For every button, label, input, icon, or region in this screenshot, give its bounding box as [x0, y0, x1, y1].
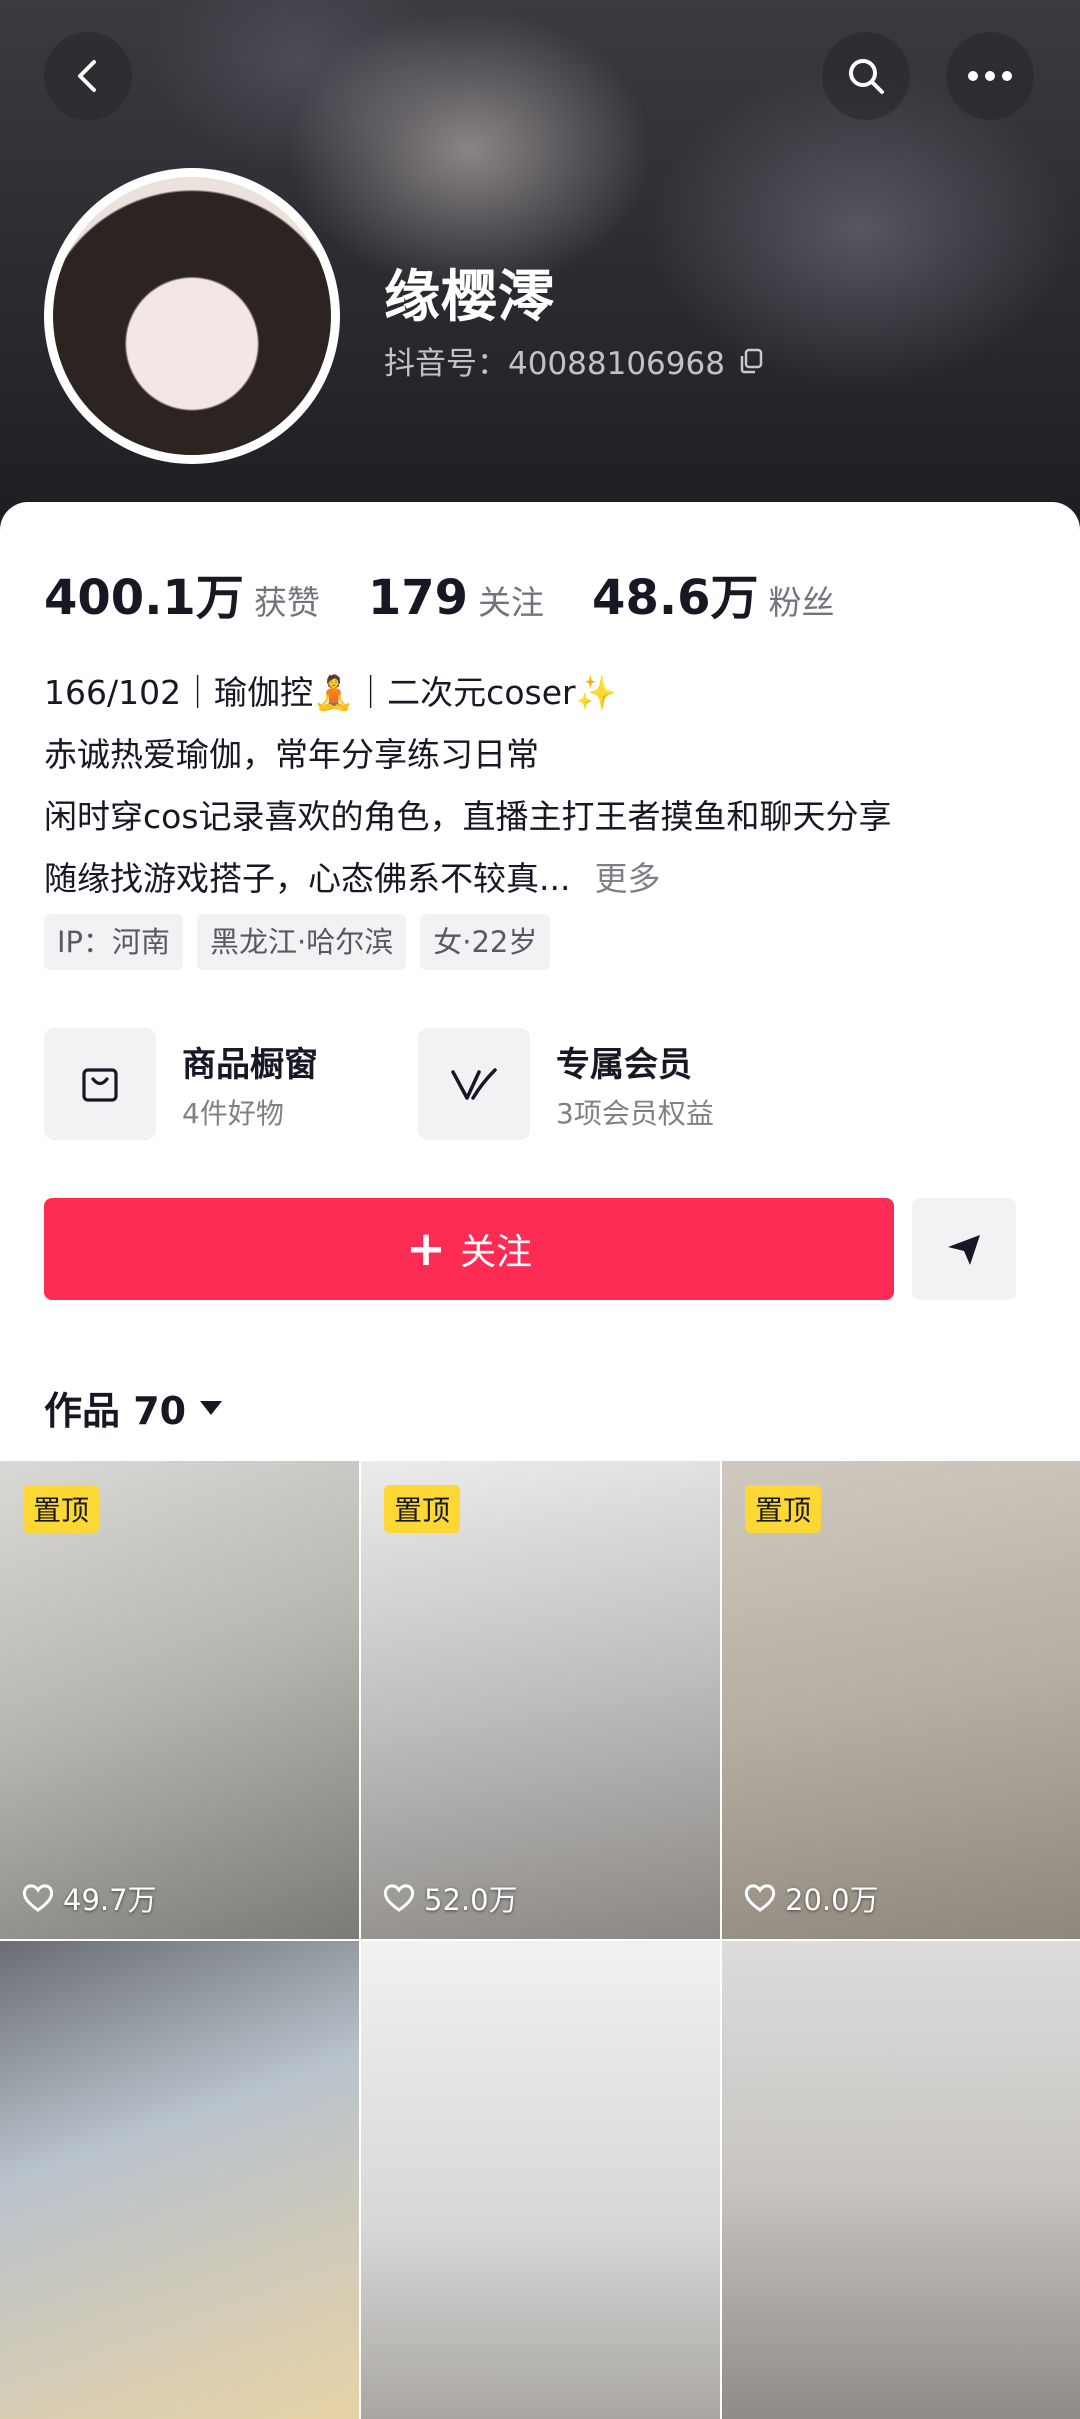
pinned-badge: 置顶	[745, 1485, 822, 1533]
caret-down-icon	[200, 1400, 223, 1415]
bio: 166/102｜瑜伽控🧘｜二次元coser✨ 赤诚热爱瑜伽，常年分享练习日常 闲…	[44, 662, 1044, 910]
like-count: 20.0万	[785, 1883, 879, 1917]
shop-subtitle: 4件好物	[182, 1096, 284, 1130]
following-label[interactable]: 关注	[478, 576, 544, 624]
video-thumbnail[interactable]: 置顶 52.0万	[361, 1461, 720, 1939]
avatar-image	[53, 177, 331, 455]
bio-line: 166/102｜瑜伽控🧘｜二次元coser✨	[44, 673, 617, 712]
back-button[interactable]	[44, 32, 132, 120]
more-icon	[968, 71, 1012, 81]
likes-label[interactable]: 获赞	[254, 576, 320, 624]
video-thumbnail[interactable]: 置顶 49.7万	[0, 1461, 359, 1939]
bio-line: 闲时穿cos记录喜欢的角色，直播主打王者摸鱼和聊天分享	[44, 797, 892, 836]
more-button[interactable]	[946, 32, 1034, 120]
shop-window-entry[interactable]: 商品橱窗 4件好物	[44, 1028, 318, 1140]
follow-button[interactable]: + 关注	[44, 1198, 894, 1300]
video-thumbnail[interactable]: 置顶 20.0万	[722, 1461, 1080, 1939]
vip-membership-entry[interactable]: 专属会员 3项会员权益	[418, 1028, 714, 1140]
douyin-id: 抖音号：40088106968	[384, 346, 725, 382]
tag-gender-age: 女·22岁	[420, 914, 551, 970]
shop-title: 商品橱窗	[182, 1044, 318, 1085]
followers-count[interactable]: 48.6万	[592, 558, 758, 628]
like-count-row: 49.7万	[21, 1877, 157, 1919]
nickname: 缘樱澪	[384, 265, 555, 330]
bio-more-link[interactable]: 更多	[594, 859, 660, 898]
vip-v-icon	[451, 1068, 497, 1100]
douyin-id-row[interactable]: 抖音号：40088106968	[384, 338, 765, 383]
tags-row: IP：河南 黑龙江·哈尔滨 女·22岁	[44, 914, 551, 970]
avatar[interactable]	[44, 168, 340, 464]
tag-location: 黑龙江·哈尔滨	[197, 914, 407, 970]
pinned-badge: 置顶	[23, 1485, 100, 1533]
bio-line: 随缘找游戏搭子，心态佛系不较真...	[44, 859, 571, 898]
heart-icon	[744, 1884, 776, 1912]
heart-icon	[22, 1884, 54, 1912]
like-count: 49.7万	[63, 1883, 157, 1917]
send-icon	[948, 1235, 980, 1265]
video-thumbnail[interactable]	[361, 1941, 720, 2419]
follow-label: 关注	[460, 1232, 533, 1273]
search-button[interactable]	[822, 32, 910, 120]
video-thumbnail[interactable]	[722, 1941, 1080, 2419]
works-tab[interactable]: 作品 70	[44, 1380, 223, 1435]
plus-icon: +	[405, 1221, 447, 1277]
profile-banner: 缘樱澪 抖音号：40088106968	[0, 0, 1080, 530]
heart-icon	[383, 1884, 415, 1912]
works-grid: 置顶 49.7万 置顶 52.0万 置顶 20.0万	[0, 1461, 1080, 2419]
tag-ip: IP：河南	[44, 914, 184, 970]
copy-icon[interactable]	[737, 347, 765, 375]
message-button[interactable]	[912, 1198, 1016, 1300]
video-thumbnail[interactable]	[0, 1941, 359, 2419]
like-count-row: 20.0万	[743, 1877, 879, 1919]
bio-line-last: 随缘找游戏搭子，心态佛系不较真... 更多	[44, 848, 1044, 910]
vip-title: 专属会员	[556, 1044, 692, 1085]
pinned-badge: 置顶	[384, 1485, 461, 1533]
like-count-row: 52.0万	[382, 1877, 518, 1919]
bio-line: 赤诚热爱瑜伽，常年分享练习日常	[44, 735, 539, 774]
likes-count[interactable]: 400.1万	[44, 558, 244, 628]
works-tab-label: 作品 70	[44, 1389, 187, 1433]
vip-icon-box	[418, 1028, 530, 1140]
search-icon	[849, 59, 884, 94]
like-count: 52.0万	[424, 1883, 518, 1917]
vip-subtitle: 3项会员权益	[556, 1096, 714, 1130]
following-count[interactable]: 179	[368, 570, 468, 626]
followers-label[interactable]: 粉丝	[768, 576, 834, 624]
shopping-bag-icon	[82, 1068, 118, 1102]
back-icon	[78, 60, 96, 92]
shop-icon-box	[44, 1028, 156, 1140]
stats-row: 400.1万 获赞 179 关注 48.6万 粉丝	[44, 558, 882, 628]
